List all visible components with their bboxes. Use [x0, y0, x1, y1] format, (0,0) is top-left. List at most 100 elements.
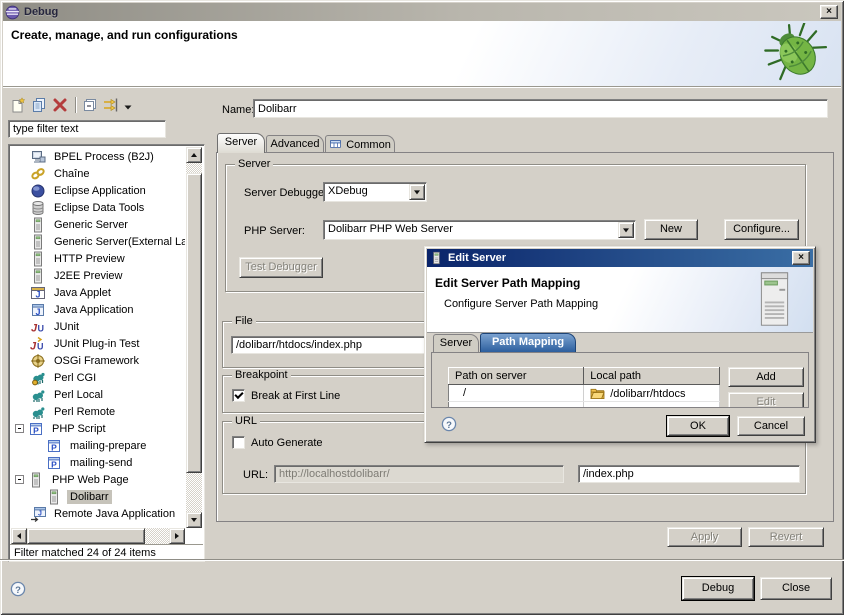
tree-item-php-web-page[interactable]: PHP Web Page	[11, 471, 185, 488]
tree-item-label: JUnit Plug-in Test	[51, 337, 142, 351]
combo-dropdown-icon[interactable]	[618, 222, 634, 238]
tree-item-java-applet[interactable]: JJava Applet	[11, 284, 185, 301]
delete-icon[interactable]	[50, 95, 71, 115]
tree-item-label: PHP Script	[49, 422, 109, 436]
scroll-left-icon[interactable]	[11, 528, 27, 544]
help-icon[interactable]: ?	[10, 581, 26, 597]
tree-item-osgi-framework[interactable]: OSGi Framework	[11, 352, 185, 369]
vertical-scrollbar[interactable]	[186, 147, 202, 528]
tree-item-remote-java-application[interactable]: JRemote Java Application	[11, 505, 185, 522]
tree-item-label: Eclipse Application	[51, 184, 149, 198]
new-config-icon[interactable]	[8, 95, 29, 115]
scroll-up-icon[interactable]	[186, 147, 202, 163]
tree-item-label: Generic Server	[51, 218, 131, 232]
tree-item-j2ee-preview[interactable]: J2EE Preview	[11, 267, 185, 284]
ok-button[interactable]: OK	[667, 416, 729, 436]
php-server-label: PHP Server:	[244, 225, 305, 237]
name-input[interactable]	[253, 99, 828, 118]
window-titlebar: Debug ×	[3, 3, 841, 21]
php-server-combo[interactable]: Dolibarr PHP Web Server	[323, 220, 636, 240]
tree-item-eclipse-data-tools[interactable]: Eclipse Data Tools	[11, 199, 185, 216]
filter-status: Filter matched 24 of 24 items	[10, 544, 203, 560]
tree-item-cha-ne[interactable]: Chaîne	[11, 165, 185, 182]
folder-icon	[590, 387, 605, 399]
tree-item-perl-cgi[interactable]: Perl CGI	[11, 369, 185, 386]
tree-item-mailing-prepare[interactable]: Pmailing-prepare	[11, 437, 185, 454]
tree-toolbar	[8, 94, 134, 116]
svg-text:P: P	[51, 442, 57, 452]
tab-common[interactable]: Common	[325, 135, 395, 153]
url-label: URL:	[243, 469, 268, 481]
dialog-tab-server[interactable]: Server	[433, 334, 479, 352]
tree-item-junit-plug-in-test[interactable]: JUJUnit Plug-in Test	[11, 335, 185, 352]
tree-item-label: Perl Remote	[51, 405, 118, 419]
path-mapping-table[interactable]: Path on server Local path / /dolibarr/ht…	[448, 367, 720, 408]
tree-item-label: Dolibarr	[67, 490, 112, 504]
server-debugger-combo[interactable]: XDebug	[323, 182, 427, 202]
new-server-button[interactable]: New	[644, 219, 698, 240]
tree-item-label: mailing-send	[67, 456, 135, 470]
toolbar-separator	[75, 97, 76, 113]
tree-item-generic-server-external-la[interactable]: Generic Server(External La	[11, 233, 185, 250]
configure-server-button[interactable]: Configure...	[724, 219, 799, 240]
tree-item-mailing-send[interactable]: Pmailing-send	[11, 454, 185, 471]
auto-generate-checkbox[interactable]	[232, 436, 245, 449]
tree-item-eclipse-application[interactable]: Eclipse Application	[11, 182, 185, 199]
close-button[interactable]: Close	[760, 577, 832, 600]
tree-item-label: Perl CGI	[51, 371, 99, 385]
tree-item-label: JUnit	[51, 320, 82, 334]
dialog-close-icon[interactable]: ×	[792, 251, 810, 265]
server-icon	[46, 489, 62, 505]
debug-bug-icon	[763, 23, 829, 83]
tab-server[interactable]: Server	[217, 133, 265, 153]
svg-text:?: ?	[15, 585, 21, 596]
dialog-help-icon[interactable]: ?	[441, 416, 457, 432]
eclipse-application-icon	[30, 183, 46, 199]
java-application-icon: J	[30, 302, 46, 318]
column-local-path[interactable]: Local path	[584, 368, 720, 385]
collapse-expander-icon[interactable]	[15, 475, 24, 484]
duplicate-icon[interactable]	[29, 95, 50, 115]
tree-item-perl-local[interactable]: Perl Local	[11, 386, 185, 403]
scroll-down-icon[interactable]	[186, 512, 202, 528]
column-path-on-server[interactable]: Path on server	[449, 368, 584, 385]
menu-dropdown-icon[interactable]	[122, 97, 134, 113]
break-first-line-checkbox[interactable]	[232, 389, 245, 402]
auto-generate-label: Auto Generate	[251, 437, 323, 449]
vertical-scroll-thumb[interactable]	[186, 173, 202, 473]
tree-item-perl-remote[interactable]: Perl Remote	[11, 403, 185, 420]
table-row[interactable]: / /dolibarr/htdocs	[449, 385, 720, 402]
horizontal-scroll-thumb[interactable]	[27, 528, 145, 544]
tree-item-junit[interactable]: JUJUnit	[11, 318, 185, 335]
filter-icon[interactable]	[101, 95, 122, 115]
tree-item-http-preview[interactable]: HTTP Preview	[11, 250, 185, 267]
tree-item-label: mailing-prepare	[67, 439, 149, 453]
svg-text:P: P	[33, 425, 39, 435]
url-path-input[interactable]	[578, 465, 800, 483]
combo-dropdown-icon[interactable]	[409, 184, 425, 200]
tree-item-label: Eclipse Data Tools	[51, 201, 147, 215]
bpel-process-icon	[30, 149, 46, 165]
tab-advanced[interactable]: Advanced	[266, 135, 324, 153]
add-mapping-button[interactable]: Add	[728, 367, 804, 387]
tree-item-java-application[interactable]: JJava Application	[11, 301, 185, 318]
cancel-button[interactable]: Cancel	[737, 416, 805, 436]
svg-text:J: J	[30, 340, 37, 352]
debug-button[interactable]: Debug	[682, 577, 754, 600]
window-title: Debug	[24, 6, 58, 18]
tree-item-bpel-process-b2j[interactable]: BPEL Process (B2J)	[11, 148, 185, 165]
dialog-tab-path-mapping[interactable]: Path Mapping	[480, 333, 576, 352]
collapse-expander-icon[interactable]	[15, 424, 24, 433]
chain-icon	[30, 166, 46, 182]
filter-input[interactable]	[8, 120, 166, 138]
table-row[interactable]	[449, 402, 720, 409]
database-icon	[30, 200, 46, 216]
scroll-right-icon[interactable]	[169, 528, 185, 544]
tree-item-dolibarr[interactable]: Dolibarr	[11, 488, 185, 505]
tree-item-php-script[interactable]: P PHP Script	[11, 420, 185, 437]
local-path-cell: /dolibarr/htdocs	[584, 385, 720, 402]
tree-item-generic-server[interactable]: Generic Server	[11, 216, 185, 233]
collapse-all-icon[interactable]	[80, 95, 101, 115]
horizontal-scrollbar[interactable]	[11, 528, 185, 544]
close-window-icon[interactable]: ×	[820, 5, 838, 19]
